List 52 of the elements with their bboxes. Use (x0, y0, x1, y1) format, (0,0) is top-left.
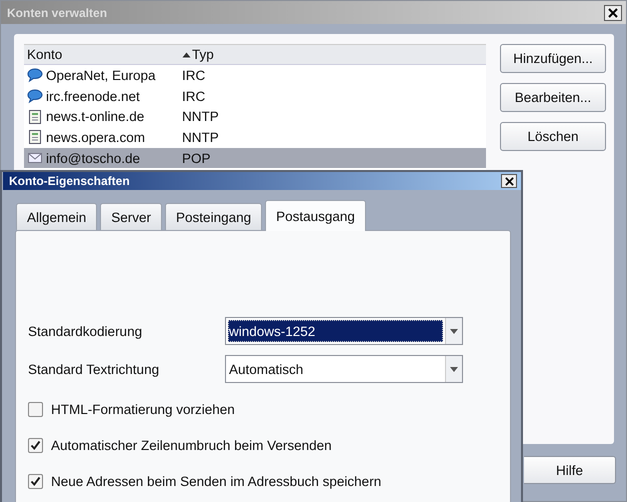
window-title: Konto-Eigenschaften (9, 174, 130, 188)
close-button[interactable] (501, 174, 517, 188)
account-row[interactable]: news.t-online.de NNTP (24, 106, 486, 128)
checkbox-label: Automatischer Zeilenumbruch beim Versenden (51, 438, 332, 452)
dialog-button[interactable]: Hinzufügen... (500, 44, 606, 73)
account-name: news.opera.com (46, 130, 146, 145)
checkbox-label: HTML-Formatierung vorziehen (51, 402, 235, 416)
help-button[interactable]: Hilfe (524, 456, 616, 484)
account-name: news.t-online.de (46, 109, 144, 124)
dropdown[interactable]: windows-1252 (225, 317, 463, 345)
column-header[interactable]: Konto (24, 45, 179, 64)
close-icon (608, 8, 618, 18)
field-label: Standard Textrichtung (28, 362, 160, 376)
account-type: NNTP (182, 109, 219, 124)
account-type: IRC (182, 68, 206, 83)
checkbox[interactable] (28, 438, 43, 452)
tab[interactable]: Server (100, 203, 162, 230)
tab[interactable]: Allgemein (16, 203, 98, 230)
dropdown-arrow-icon (450, 328, 458, 334)
dropdown-value: Automatisch (228, 360, 304, 378)
speech-bubble-icon (27, 67, 43, 84)
checkbox[interactable] (28, 402, 43, 416)
account-row[interactable]: OperaNet, Europa IRC (24, 65, 486, 86)
checkmark-icon (30, 440, 41, 450)
column-header[interactable]: Typ (179, 45, 214, 64)
dialog-button[interactable]: Löschen (500, 122, 606, 151)
checkmark-icon (30, 476, 41, 486)
account-type: NNTP (182, 130, 219, 145)
speech-bubble-icon (27, 88, 43, 104)
tab[interactable]: Postausgang (265, 200, 366, 231)
dialog-button[interactable]: Bearbeiten... (500, 83, 606, 112)
account-row[interactable]: irc.freenode.net IRC (24, 86, 486, 106)
account-row[interactable]: news.opera.com NNTP (24, 127, 486, 148)
tab[interactable]: Posteingang (165, 203, 262, 230)
close-icon (504, 176, 514, 186)
account-name: irc.freenode.net (46, 88, 140, 104)
window-title: Konten verwalten (7, 6, 108, 20)
document-icon (27, 129, 43, 146)
account-type: IRC (182, 88, 206, 104)
account-type: POP (182, 150, 211, 166)
field-label: Standardkodierung (28, 324, 144, 338)
dropdown-value: windows-1252 (228, 320, 443, 342)
checkbox-label: Neue Adressen beim Senden im Adressbuch speichern (51, 474, 382, 488)
dropdown[interactable]: Automatisch (225, 355, 463, 383)
account-name: OperaNet, Europa (46, 68, 156, 83)
sort-icon (182, 52, 191, 58)
account-row[interactable]: info@toscho.de POP (24, 148, 486, 168)
dropdown-arrow-icon (450, 366, 458, 372)
document-icon (27, 108, 43, 125)
close-button[interactable] (604, 4, 622, 20)
checkbox[interactable] (28, 474, 43, 488)
account-name: info@toscho.de (46, 150, 140, 166)
